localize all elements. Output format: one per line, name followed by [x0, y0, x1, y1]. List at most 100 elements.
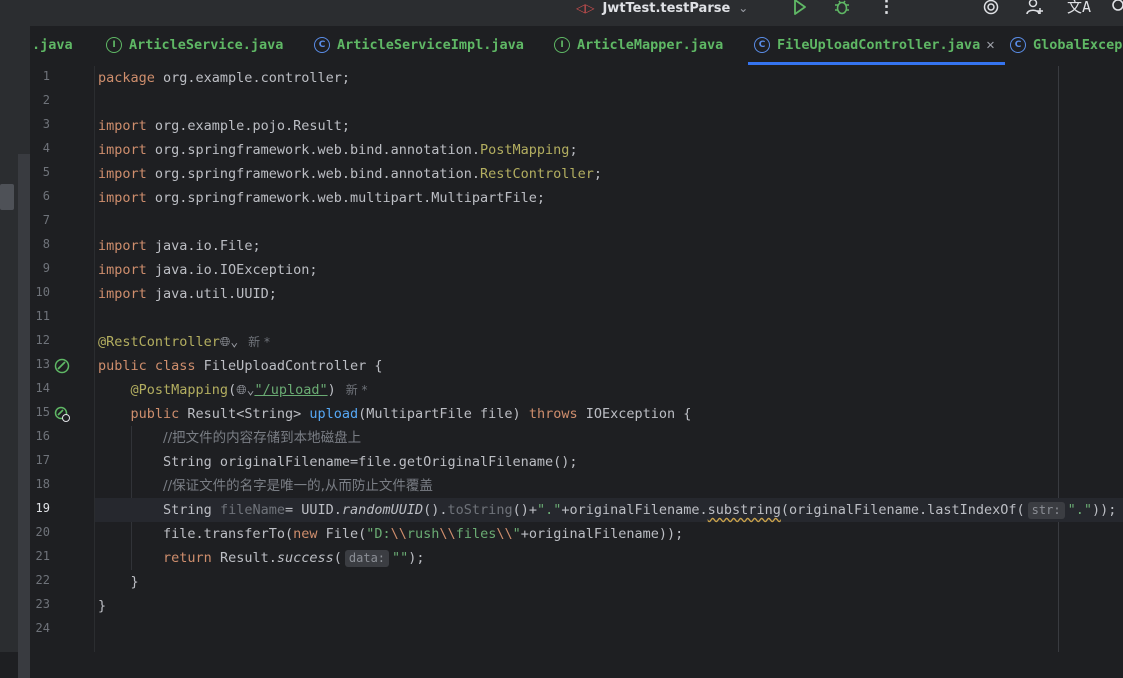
tab-article-service-impl[interactable]: C ArticleServiceImpl.java [314, 26, 524, 64]
line-number: 17 [35, 453, 50, 467]
tab-file-upload-controller[interactable]: C FileUploadController.java ✕ [754, 26, 995, 64]
code-line-5: import org.springframework.web.bind.anno… [98, 166, 602, 182]
tab-global-exception[interactable]: C GlobalExcep [1010, 26, 1122, 64]
line-number-gutter: 1 2 3 4 5 6 7 8 9 10 11 12 13 14 15 16 1… [30, 66, 94, 652]
close-icon[interactable]: ✕ [986, 37, 994, 53]
add-user-icon[interactable] [1025, 0, 1045, 20]
code-text: ); [408, 550, 425, 566]
code-text: (). [423, 502, 448, 518]
code-line-21: return Result.success(data: ""); [98, 546, 425, 570]
parameter-hint: data: [344, 550, 390, 567]
string-literal: files [455, 526, 497, 542]
code-line-10: import java.util.UUID; [98, 282, 277, 306]
code-text: +originalFilename. [561, 502, 708, 518]
tab-article-mapper[interactable]: I ArticleMapper.java [554, 26, 723, 64]
code-text: org.example.controller; [154, 70, 350, 86]
line-number: 7 [42, 213, 50, 227]
active-tab-indicator [748, 62, 1005, 65]
line-number: 6 [42, 189, 50, 203]
bean-icon[interactable] [54, 358, 70, 374]
globe-icon[interactable]: 🌐︎⌄ [236, 383, 254, 398]
keyword: throws [528, 406, 578, 422]
tab-label: ArticleService.java [129, 37, 284, 53]
ai-assistant-icon[interactable] [982, 0, 1000, 20]
line-number: 4 [42, 141, 50, 155]
line-number: 15 [35, 405, 50, 419]
line-number: 24 [35, 621, 50, 635]
translate-icon[interactable]: 文A [1067, 0, 1091, 16]
keyword: import [98, 286, 147, 302]
tab-label: ArticleServiceImpl.java [337, 37, 524, 53]
code-line-8: import java.io.File; [98, 234, 261, 258]
code-line-16: //把文件的内容存储到本地磁盘上 [98, 426, 361, 450]
line-number: 16 [35, 429, 50, 443]
bean-mapping-icon[interactable] [54, 406, 70, 422]
keyword: import [98, 262, 147, 278]
code-line-3: import org.example.pojo.Result; [98, 114, 350, 138]
globe-icon[interactable]: 🌐︎⌄ [220, 335, 238, 350]
code-text: java.io.File; [146, 238, 261, 254]
code-line-20: file.transferTo(new File("D:\\rush\\file… [98, 522, 683, 546]
class-icon: C [754, 37, 770, 53]
author-hint[interactable]: 新 * [248, 335, 270, 349]
parameter-hint: str: [1027, 502, 1065, 519]
code-text: } [98, 598, 107, 614]
escape-sequence: \\ [496, 526, 513, 542]
line-number: 5 [42, 165, 50, 179]
line-number: 14 [35, 381, 50, 395]
scrollbar-thumb[interactable] [0, 184, 14, 210]
more-icon[interactable]: ⋮ [878, 0, 895, 16]
line-number: 3 [42, 117, 50, 131]
build-icon: ◁▷ [576, 1, 595, 15]
debug-icon[interactable] [833, 0, 851, 20]
gutter-divider [94, 66, 95, 652]
code-text: org.springframework.web.multipart.Multip… [146, 190, 546, 206]
code-text: String originalFilename=file.getOriginal… [163, 454, 578, 470]
class-icon: C [314, 37, 330, 53]
string-literal: "." [536, 502, 562, 518]
line-number-current: 19 [35, 501, 50, 515]
code-line-17: String originalFilename=file.getOriginal… [98, 450, 578, 474]
editor-tabs: .java I ArticleService.java C ArticleSer… [30, 26, 1123, 67]
annotation-ref: RestController [480, 166, 594, 182]
interface-icon: I [554, 37, 570, 53]
keyword: public class [98, 358, 196, 374]
code-text: = UUID. [284, 502, 342, 518]
scrollbar-track[interactable] [18, 154, 30, 678]
unused-variable: fileName [219, 502, 285, 518]
static-method: randomUUID [341, 502, 424, 518]
line-number: 22 [35, 573, 50, 587]
line-number: 10 [35, 285, 50, 299]
line-number: 9 [42, 261, 50, 275]
tab-label: FileUploadController.java [777, 37, 981, 53]
code-text: )); [1091, 502, 1117, 518]
warning-method[interactable]: substring [708, 502, 781, 518]
line-number: 12 [35, 333, 50, 347]
code-line-22: } [98, 570, 139, 594]
tab-partial-java[interactable]: .java [32, 26, 73, 64]
run-icon[interactable] [790, 0, 808, 20]
code-line-23: } [98, 594, 106, 618]
string-literal: " [512, 526, 521, 542]
keyword: import [98, 118, 147, 134]
escape-sequence: \\ [439, 526, 456, 542]
author-hint[interactable]: 新 * [346, 383, 368, 397]
string-literal: "D: [366, 526, 391, 542]
keyword: return [163, 550, 212, 566]
code-text: String [163, 502, 220, 518]
run-configuration-selector[interactable]: ◁▷ JwtTest.testParse ⌄ [576, 0, 748, 16]
code-text: FileUploadController { [195, 358, 383, 374]
code-line-9: import java.io.IOException; [98, 258, 317, 282]
search-icon[interactable] [1110, 0, 1123, 20]
code-text: ( [333, 550, 342, 566]
keyword: package [98, 70, 155, 86]
tab-article-service[interactable]: I ArticleService.java [106, 26, 283, 64]
code-text: ()+ [512, 502, 537, 518]
line-number: 8 [42, 237, 50, 251]
string-literal[interactable]: "/upload" [254, 382, 327, 398]
code-text: java.util.UUID; [146, 286, 277, 302]
code-text: org.springframework.web.bind.annotation. [146, 142, 481, 158]
code-text: Result<String> [179, 406, 310, 422]
string-literal: rush [406, 526, 440, 542]
code-editor[interactable]: 1 2 3 4 5 6 7 8 9 10 11 12 13 14 15 16 1… [30, 66, 1123, 652]
